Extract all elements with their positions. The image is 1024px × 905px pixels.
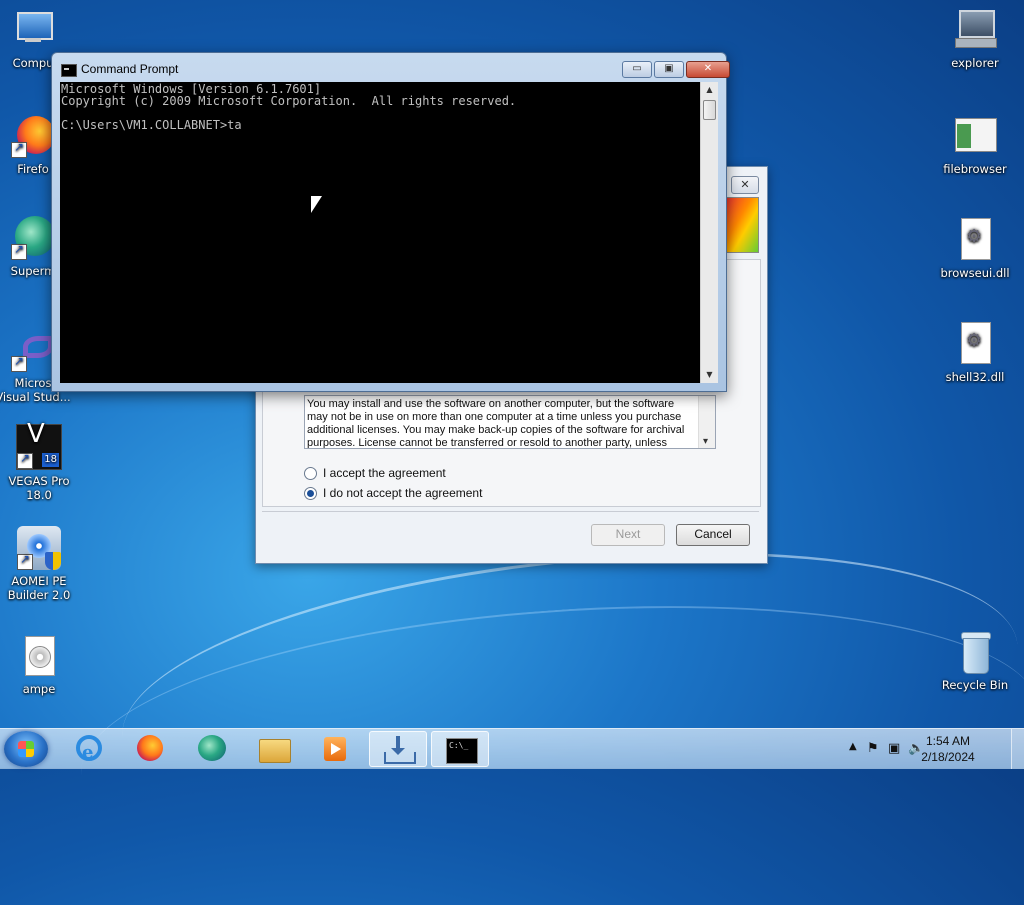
vegas-version-badge: 18 [42, 453, 59, 467]
computer-icon [953, 8, 997, 52]
folder-icon [259, 735, 291, 763]
aomei-disc-icon [17, 526, 61, 570]
network-icon[interactable]: ▣ [888, 741, 900, 756]
show-hidden-icons-icon[interactable]: ▲ [849, 741, 857, 752]
disc-file-icon [17, 634, 61, 678]
dll-gear-file-icon: ⚙ [953, 322, 997, 366]
shortcut-arrow-icon [11, 242, 27, 260]
desktop-icon-label: AOMEI PE Builder 2.0 [7, 574, 71, 602]
desktop-icon-label: ampe [22, 682, 56, 696]
accept-agreement-option[interactable]: I accept the agreement [304, 466, 446, 480]
action-center-flag-icon[interactable]: ⚑ [867, 741, 879, 756]
system-clock[interactable]: 1:54 AM 2/18/2024 [908, 733, 988, 765]
dll-gear-file-icon: ⚙ [953, 218, 997, 262]
cmd-glyph-text: C:\_ [449, 741, 469, 750]
window-title: Command Prompt [81, 62, 179, 76]
clock-date: 2/18/2024 [921, 750, 975, 764]
desktop-icon-label: explorer [951, 56, 999, 70]
installer-close-button[interactable]: ✕ [731, 176, 759, 194]
console-output: Microsoft Windows [Version 6.1.7601] Cop… [61, 82, 517, 132]
desktop-icon-explorer[interactable]: explorer [936, 8, 1014, 70]
command-prompt-icon: C:\_ [446, 736, 478, 764]
accept-radio[interactable] [304, 466, 317, 480]
maximize-button[interactable]: ▣ [654, 61, 684, 78]
shortcut-arrow-icon [17, 552, 33, 570]
download-installer-icon [384, 736, 416, 764]
vegas-pro-icon: V 18 [16, 421, 62, 470]
minimize-button[interactable]: ▭ [622, 61, 652, 78]
next-button[interactable]: Next [591, 524, 665, 546]
console-area[interactable]: Microsoft Windows [Version 6.1.7601] Cop… [60, 82, 700, 383]
taskbar-firefox[interactable] [121, 731, 179, 767]
mouse-pointer-icon [310, 195, 323, 214]
shortcut-arrow-icon [11, 140, 27, 158]
recycle-bin-icon [953, 630, 997, 674]
clock-time: 1:54 AM [925, 734, 971, 748]
desktop-icon-recycle-bin[interactable]: Recycle Bin [936, 630, 1014, 692]
desktop-icon-ampe[interactable]: ampe [0, 634, 78, 696]
system-tray: ▲ ⚑ ▣ 🔈 1:54 AM 2/18/2024 [824, 729, 1024, 769]
cancel-button[interactable]: Cancel [676, 524, 750, 546]
command-prompt-window[interactable]: Command Prompt ▭ ▣ ✕ Microsoft Windows [… [51, 52, 730, 392]
computer-icon [11, 8, 55, 52]
taskbar-ie[interactable]: e [60, 731, 118, 767]
desktop-icon-filebrowser[interactable]: filebrowser [936, 114, 1014, 176]
desktop-icon-label: browseui.dll [940, 266, 1010, 280]
desktop-icon-label: filebrowser [943, 162, 1007, 176]
desktop-icon-vegas-pro[interactable]: V 18 VEGAS Pro 18.0 [0, 421, 78, 502]
divider [262, 511, 759, 512]
taskbar-explorer[interactable] [245, 731, 303, 767]
taskbar-media-player[interactable] [306, 731, 364, 767]
accept-label: I accept the agreement [323, 466, 446, 480]
cmd-app-icon [61, 64, 77, 77]
desktop-icon-aomei[interactable]: AOMEI PE Builder 2.0 [0, 526, 78, 602]
shortcut-arrow-icon [11, 354, 27, 372]
decline-radio[interactable] [304, 486, 317, 500]
installer-logo-icon [725, 197, 759, 253]
desktop-icon-label: Recycle Bin [941, 678, 1009, 692]
scroll-down-icon[interactable]: ▼ [701, 367, 718, 383]
desktop-icon-label: shell32.dll [945, 370, 1005, 384]
media-player-icon [320, 735, 350, 763]
supermium-icon [196, 735, 226, 763]
visual-studio-icon [11, 328, 55, 372]
start-button[interactable] [4, 731, 48, 767]
console-scrollbar[interactable]: ▲ ▼ [700, 82, 718, 383]
desktop-icon-shell32-dll[interactable]: ⚙ shell32.dll [936, 322, 1014, 384]
taskbar-command-prompt[interactable]: C:\_ [431, 731, 489, 767]
taskbar-installer[interactable] [369, 731, 427, 767]
supermium-icon [11, 216, 55, 260]
decline-agreement-option[interactable]: I do not accept the agreement [304, 486, 482, 500]
license-textbox[interactable]: You may install and use the software on … [304, 395, 716, 449]
license-text: You may install and use the software on … [307, 398, 685, 449]
taskbar: e C:\_ ▲ ⚑ ▣ 🔈 1:54 AM 2/18/2024 [0, 728, 1024, 769]
license-scrollbar[interactable] [698, 396, 715, 448]
desktop-icon-browseui-dll[interactable]: ⚙ browseui.dll [936, 218, 1014, 280]
desktop-icon-label: VEGAS Pro 18.0 [8, 474, 70, 502]
shortcut-arrow-icon [17, 451, 33, 469]
scroll-up-icon[interactable]: ▲ [701, 82, 718, 98]
internet-explorer-icon: e [74, 735, 104, 763]
scroll-thumb[interactable] [703, 100, 716, 120]
window-app-icon [953, 114, 997, 158]
firefox-icon [135, 735, 165, 763]
firefox-icon [11, 114, 55, 158]
taskbar-supermium[interactable] [182, 731, 240, 767]
decline-label: I do not accept the agreement [323, 486, 483, 500]
close-button[interactable]: ✕ [686, 61, 730, 78]
show-desktop-button[interactable] [1011, 729, 1024, 769]
